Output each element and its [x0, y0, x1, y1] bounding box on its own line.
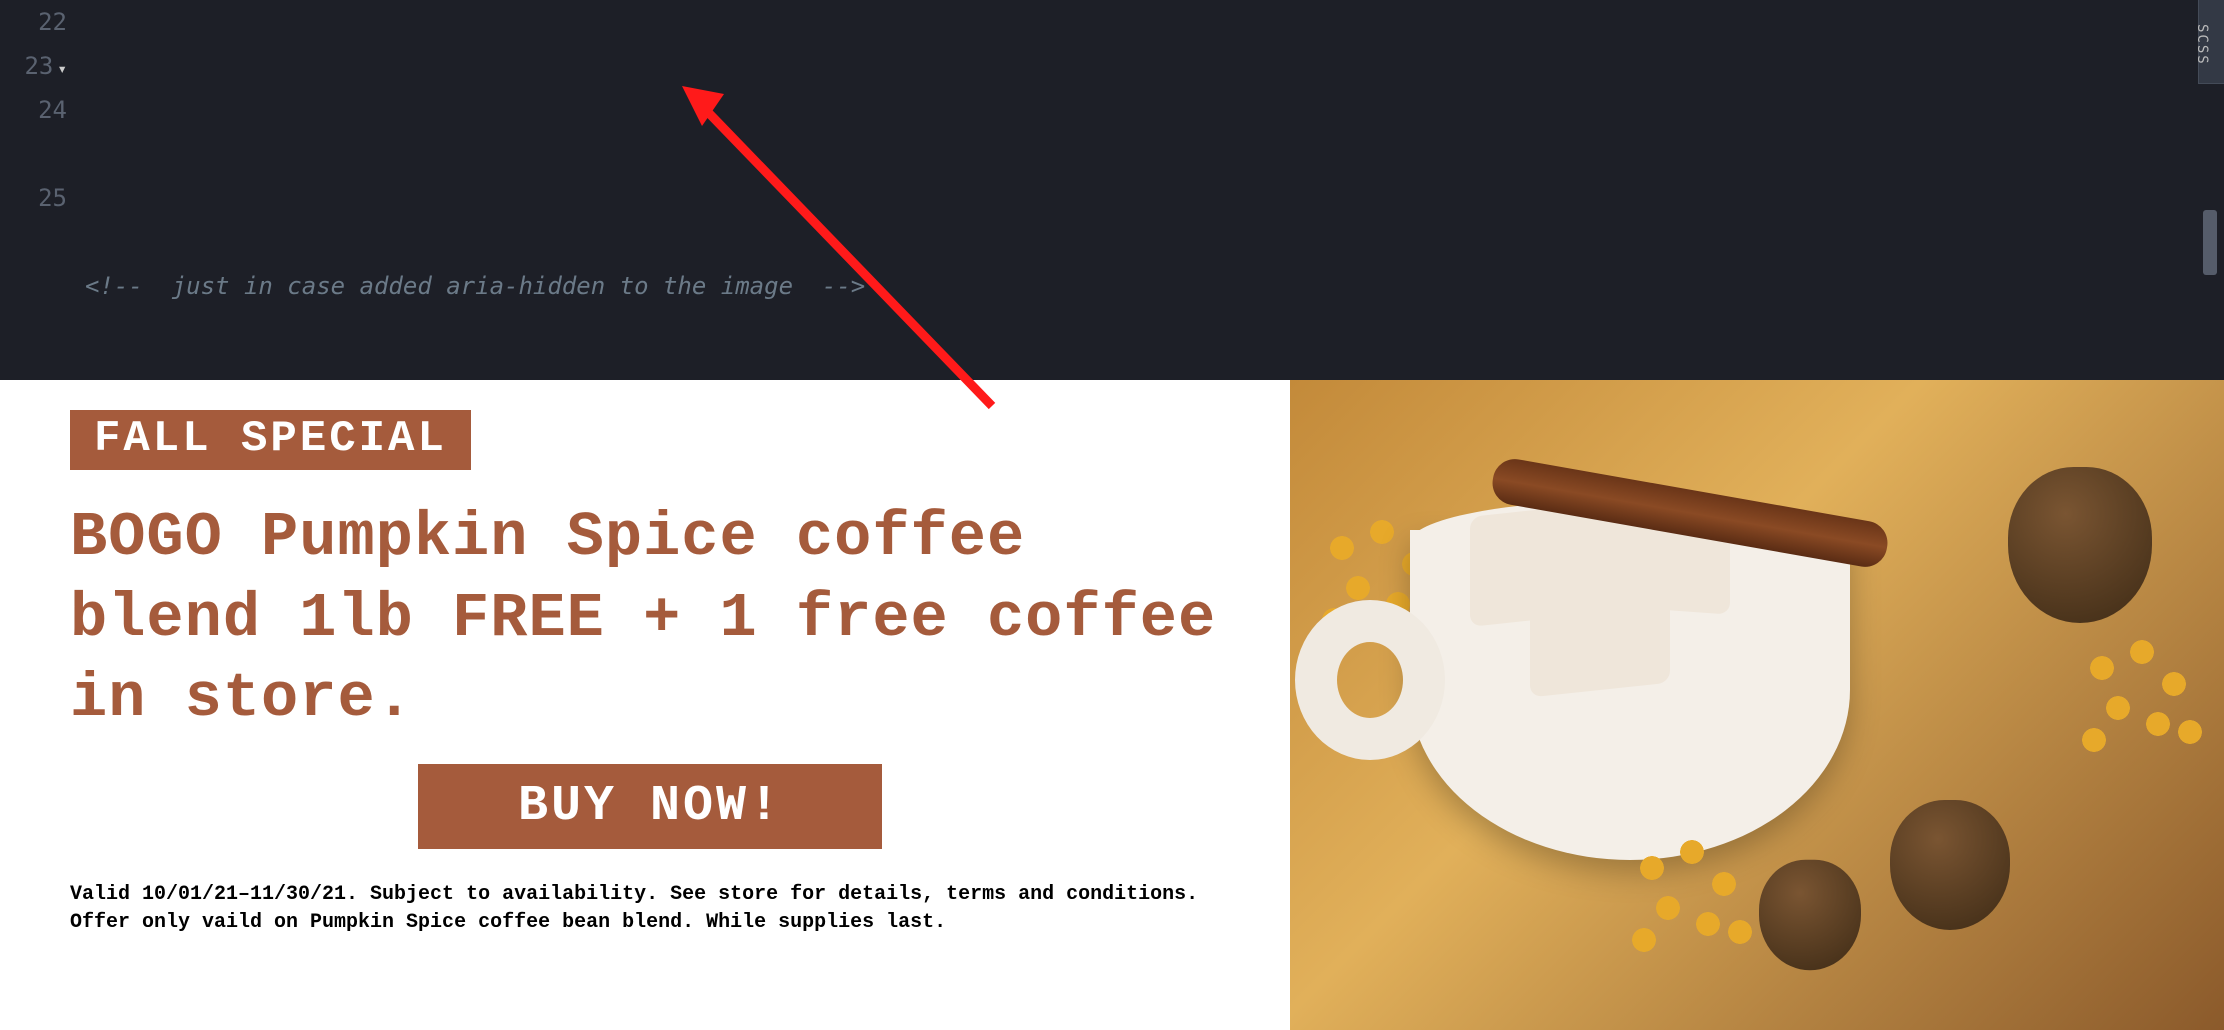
line-number: 25: [0, 176, 67, 220]
language-tab-scss[interactable]: SCSS: [2198, 0, 2224, 84]
code-line-22: [85, 88, 2224, 132]
line-number: [0, 132, 67, 176]
code-line-23: <!-- just in case added aria-hidden to t…: [85, 264, 2224, 308]
line-number: 24: [0, 88, 67, 132]
line-number-gutter: 22 23 24 25: [0, 0, 85, 220]
promo-fine-print: Valid 10/01/21–11/30/21. Subject to avai…: [70, 881, 1230, 937]
code-editor[interactable]: SCSS 22 23 24 25 <!-- just in case added…: [0, 0, 2224, 380]
promo-badge: FALL SPECIAL: [70, 410, 471, 470]
decorative-image: [1290, 380, 2224, 1030]
preview-pane: FALL SPECIAL BOGO Pumpkin Spice coffee b…: [0, 380, 2224, 1030]
line-number: 22: [0, 0, 67, 44]
promo-headline: BOGO Pumpkin Spice coffee blend 1lb FREE…: [70, 498, 1230, 740]
buy-now-button[interactable]: BUY NOW!: [418, 764, 882, 849]
scrollbar-vertical[interactable]: [2203, 210, 2217, 275]
line-number: 23: [0, 44, 67, 88]
promo-text-block: FALL SPECIAL BOGO Pumpkin Spice coffee b…: [0, 380, 1290, 1030]
